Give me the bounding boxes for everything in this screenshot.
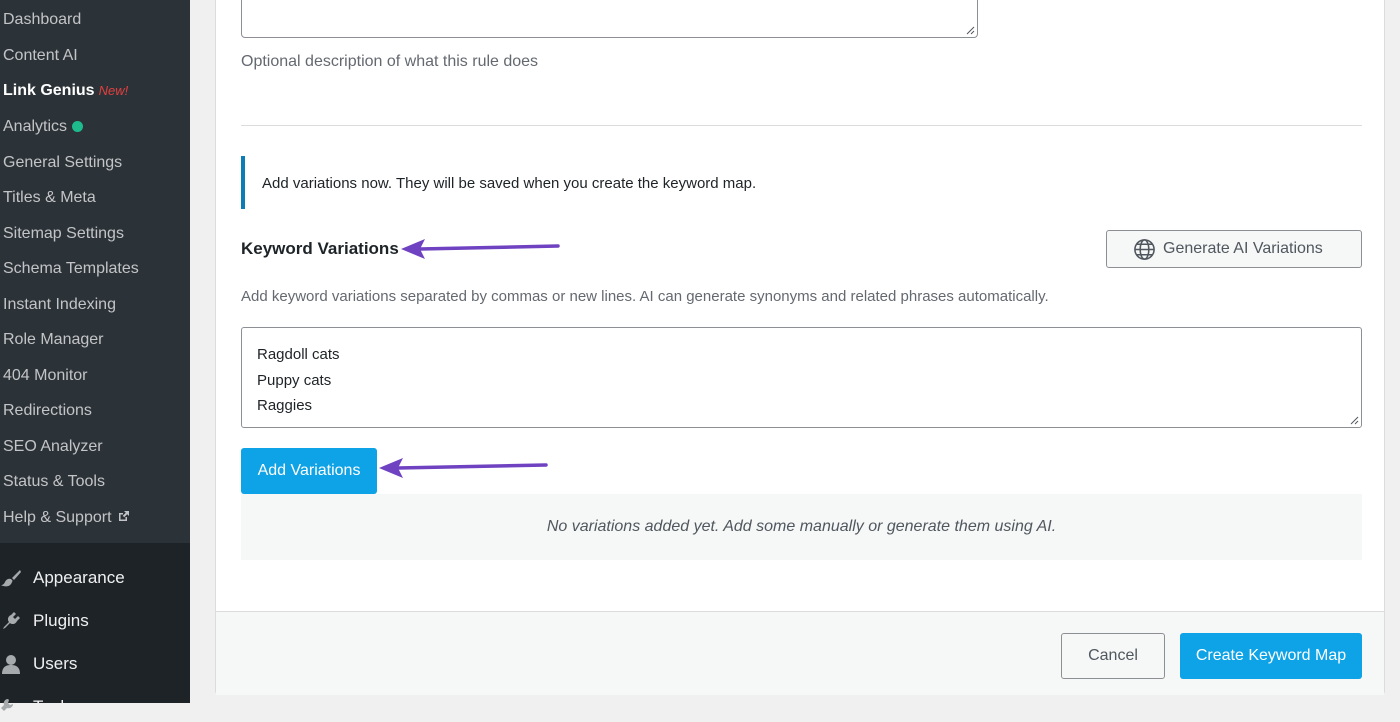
variation-line: Ragdoll cats [257,346,340,363]
sidebar-item-titles-meta[interactable]: Titles & Meta [3,188,96,208]
paintbrush-icon [1,570,21,587]
annotation-arrow-icon [401,239,560,259]
sidebar-item-status-tools[interactable]: Status & Tools [3,472,105,492]
sidebar-item-schema-templates[interactable]: Schema Templates [3,259,139,279]
new-badge: New! [98,83,129,98]
menu-item-tools[interactable]: Tools [0,692,190,722]
sidebar-item-analytics[interactable]: Analytics [3,117,84,137]
keyword-variations-textarea[interactable]: Ragdoll cats Puppy cats Raggies [241,327,1362,428]
variations-empty-state: No variations added yet. Add some manual… [241,494,1362,560]
info-notice: Add variations now. They will be saved w… [241,156,1362,209]
keyword-variations-title: Keyword Variations [241,239,399,258]
sidebar-item-role-manager[interactable]: Role Manager [3,330,104,350]
add-variations-button[interactable]: Add Variations [241,448,377,494]
section-divider [241,125,1362,126]
admin-sidebar: Dashboard Content AI Link Genius New! Ana… [0,0,190,716]
rank-math-submenu: Dashboard Content AI Link Genius New! Ana… [0,0,190,543]
sidebar-item-general-settings[interactable]: General Settings [3,153,122,173]
plugin-icon [3,612,20,629]
variation-line: Puppy cats [257,371,332,389]
keyword-map-form-card: Optional description of what this rule d… [215,0,1385,695]
users-icon [2,655,20,674]
generate-ai-variations-button[interactable]: Generate AI Variations [1106,230,1362,268]
sidebar-item-instant-indexing[interactable]: Instant Indexing [3,295,116,315]
external-link-icon [118,511,129,521]
sidebar-item-sitemap-settings[interactable]: Sitemap Settings [3,224,124,244]
form-footer: Cancel Create Keyword Map [216,611,1384,695]
sidebar-item-seo-analyzer[interactable]: SEO Analyzer [3,437,103,457]
variations-help-text: Add keyword variations separated by comm… [241,288,1049,305]
menu-item-users[interactable]: Users [0,649,190,679]
create-keyword-map-button[interactable]: Create Keyword Map [1180,633,1362,679]
sidebar-item-link-genius[interactable]: Link Genius New! [3,81,128,101]
sidebar-item-redirections[interactable]: Redirections [3,401,92,421]
resize-handle-icon[interactable] [966,26,975,35]
variations-text: Ragdoll cats Puppy cats Raggies [257,342,340,419]
annotation-arrow-icon [379,458,548,478]
variation-line: Raggies [257,397,313,414]
menu-item-plugins[interactable]: Plugins [0,606,190,636]
menu-item-appearance[interactable]: Appearance [0,563,190,593]
resize-handle-icon[interactable] [1350,416,1359,425]
description-help-text: Optional description of what this rule d… [241,53,539,70]
rule-description-textarea[interactable] [241,0,978,38]
sidebar-item-dashboard[interactable]: Dashboard [3,10,81,30]
sidebar-item-help-support[interactable]: Help & Support [3,508,130,528]
cancel-button[interactable]: Cancel [1061,633,1165,679]
globe-icon [1134,239,1155,260]
tools-icon [1,699,13,711]
empty-state-text: No variations added yet. Add some manual… [546,518,1057,535]
status-dot-icon [72,121,84,132]
notice-text: Add variations now. They will be saved w… [262,175,757,192]
sidebar-item-404-monitor[interactable]: 404 Monitor [3,366,88,386]
sidebar-item-content-ai[interactable]: Content AI [3,46,78,66]
